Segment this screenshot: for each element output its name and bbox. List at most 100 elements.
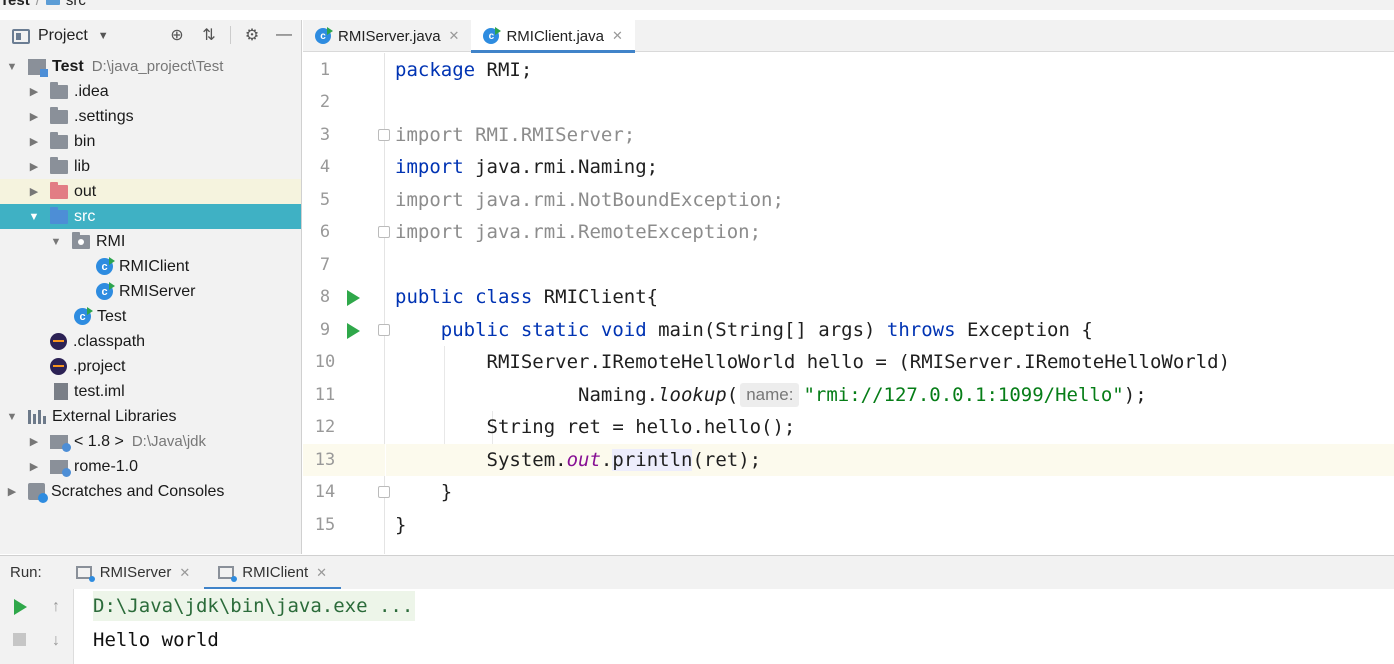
code-text: System. bbox=[395, 449, 567, 471]
folder-icon bbox=[50, 81, 68, 99]
tree-item-label: RMIClient bbox=[119, 257, 190, 275]
collapsed-arrow-icon[interactable]: ▶ bbox=[28, 110, 40, 123]
collapse-all-icon[interactable]: ⇅ bbox=[198, 24, 220, 46]
unused-import: import java.rmi.NotBoundException; bbox=[395, 189, 784, 211]
line-number: 10 bbox=[314, 352, 336, 372]
tab-rmiserver-java[interactable]: c RMIServer.java ✕ bbox=[303, 20, 471, 52]
code-text: ( bbox=[726, 384, 739, 406]
string-literal: "rmi://127.0.0.1:1099/Hello" bbox=[803, 384, 1124, 406]
expanded-arrow-icon[interactable]: ▼ bbox=[50, 236, 62, 248]
keyword: package bbox=[395, 59, 476, 81]
breadcrumb-separator: / bbox=[35, 0, 40, 9]
code-line-6: import java.rmi.RemoteException; bbox=[386, 216, 1394, 248]
package-icon bbox=[72, 231, 90, 249]
parameter-hint: name: bbox=[740, 383, 800, 407]
close-icon[interactable]: ✕ bbox=[449, 28, 460, 44]
gutter-line: 6 bbox=[303, 216, 390, 248]
close-icon[interactable]: ✕ bbox=[612, 28, 623, 44]
tree-item-project-file[interactable]: .project bbox=[0, 354, 301, 379]
collapsed-arrow-icon[interactable]: ▶ bbox=[28, 435, 40, 448]
tab-rmiclient-java[interactable]: c RMIClient.java ✕ bbox=[471, 20, 636, 53]
breadcrumb-folder[interactable]: src bbox=[66, 0, 86, 9]
close-icon[interactable]: ✕ bbox=[179, 565, 190, 581]
rerun-icon[interactable] bbox=[14, 599, 27, 615]
module-file-icon bbox=[54, 383, 68, 400]
tree-item-out[interactable]: ▶ out bbox=[0, 179, 301, 204]
run-tab-rmiclient[interactable]: RMIClient ✕ bbox=[204, 556, 341, 590]
line-number: 13 bbox=[314, 450, 336, 470]
line-number: 6 bbox=[319, 222, 331, 242]
tree-item-rmi-package[interactable]: ▼ RMI bbox=[0, 229, 301, 254]
code-line-3: import RMI.RMIServer; bbox=[386, 119, 1394, 151]
expanded-arrow-icon[interactable]: ▼ bbox=[6, 61, 18, 73]
chevron-down-icon[interactable]: ▼ bbox=[98, 30, 109, 42]
code-text: (ret); bbox=[692, 449, 762, 471]
eclipse-file-icon bbox=[50, 333, 67, 350]
tree-item-idea[interactable]: ▶ .idea bbox=[0, 79, 301, 104]
gutter-line: 2 bbox=[303, 86, 385, 118]
eclipse-file-icon bbox=[50, 358, 67, 375]
tree-item-classpath[interactable]: .classpath bbox=[0, 329, 301, 354]
tree-item-settings[interactable]: ▶ .settings bbox=[0, 104, 301, 129]
arrow-down-icon[interactable]: ↓ bbox=[44, 629, 68, 653]
tree-item-rmiclient[interactable]: c RMIClient bbox=[0, 254, 301, 279]
project-view-selector[interactable]: Project bbox=[38, 27, 88, 45]
tree-item-src[interactable]: ▼ src bbox=[0, 204, 301, 229]
expanded-arrow-icon[interactable]: ▼ bbox=[6, 411, 18, 423]
code-line-1: package RMI; bbox=[386, 54, 1394, 86]
scratches-icon bbox=[28, 483, 48, 503]
folder-icon bbox=[50, 156, 68, 174]
code-text: ); bbox=[1123, 384, 1147, 406]
tree-item-rome[interactable]: ▶ rome-1.0 bbox=[0, 454, 301, 479]
collapsed-arrow-icon[interactable]: ▶ bbox=[28, 185, 40, 198]
collapsed-arrow-icon[interactable]: ▶ bbox=[28, 85, 40, 98]
locate-icon[interactable]: ⊕ bbox=[166, 24, 188, 46]
collapsed-arrow-icon[interactable]: ▶ bbox=[28, 135, 40, 148]
tree-item-external-libraries[interactable]: ▼ External Libraries bbox=[0, 404, 301, 429]
tree-item-label: out bbox=[74, 182, 97, 200]
line-number: 7 bbox=[319, 255, 331, 275]
run-icon[interactable] bbox=[347, 323, 360, 339]
java-class-icon: c bbox=[96, 257, 115, 275]
collapsed-arrow-icon[interactable]: ▶ bbox=[6, 485, 18, 498]
minimize-icon[interactable]: — bbox=[273, 24, 295, 46]
tree-item-test-project[interactable]: ▼ Test D:\java_project\Test bbox=[0, 54, 301, 79]
run-config-icon bbox=[218, 566, 238, 582]
tree-item-test-class[interactable]: c Test bbox=[0, 304, 301, 329]
library-icon bbox=[28, 409, 46, 424]
close-icon[interactable]: ✕ bbox=[316, 565, 327, 581]
code-line-8: public class RMIClient{ bbox=[386, 281, 1394, 313]
jdk-icon bbox=[50, 434, 71, 452]
code-area[interactable]: package RMI; import RMI.RMIServer; impor… bbox=[386, 53, 1394, 554]
unused-import: import java.rmi.RemoteException; bbox=[395, 221, 762, 243]
tree-item-bin[interactable]: ▶ bin bbox=[0, 129, 301, 154]
tree-item-jdk[interactable]: ▶ < 1.8 > D:\Java\jdk bbox=[0, 429, 301, 454]
run-icon[interactable] bbox=[347, 290, 360, 306]
breadcrumb-project[interactable]: Test bbox=[0, 0, 30, 9]
line-number: 12 bbox=[314, 417, 336, 437]
folder-icon bbox=[50, 106, 68, 124]
expanded-arrow-icon[interactable]: ▼ bbox=[28, 211, 40, 223]
code-text: RMIClient{ bbox=[532, 286, 659, 308]
collapsed-arrow-icon[interactable]: ▶ bbox=[28, 460, 40, 473]
run-tab-label: RMIClient bbox=[242, 564, 309, 581]
tree-item-rmiserver[interactable]: c RMIServer bbox=[0, 279, 301, 304]
console-command-line[interactable]: D:\Java\jdk\bin\java.exe ... bbox=[93, 591, 416, 621]
tree-item-test-iml[interactable]: test.iml bbox=[0, 379, 301, 404]
source-folder-icon bbox=[50, 206, 68, 224]
arrow-up-icon[interactable]: ↑ bbox=[44, 595, 68, 619]
library-icon bbox=[50, 459, 71, 477]
code-line-4: import java.rmi.Naming; bbox=[386, 151, 1394, 183]
tree-item-lib[interactable]: ▶ lib bbox=[0, 154, 301, 179]
run-panel-label: Run: bbox=[10, 564, 42, 581]
project-panel-toolbar: ⊕ ⇅ ⚙ — bbox=[166, 24, 295, 46]
collapsed-arrow-icon[interactable]: ▶ bbox=[28, 160, 40, 173]
gear-icon[interactable]: ⚙ bbox=[241, 24, 263, 46]
tree-item-scratches[interactable]: ▶ Scratches and Consoles bbox=[0, 479, 301, 504]
run-tab-rmiserver[interactable]: RMIServer ✕ bbox=[62, 556, 205, 590]
code-editor[interactable]: 1 2 3 4 5 6 7 8 9 10 11 12 13 14 15 pack… bbox=[303, 53, 1394, 554]
tab-label: RMIServer.java bbox=[338, 27, 441, 45]
java-class-icon: c bbox=[74, 307, 93, 325]
tree-item-label: Test bbox=[52, 57, 84, 75]
stop-icon[interactable] bbox=[13, 633, 26, 646]
